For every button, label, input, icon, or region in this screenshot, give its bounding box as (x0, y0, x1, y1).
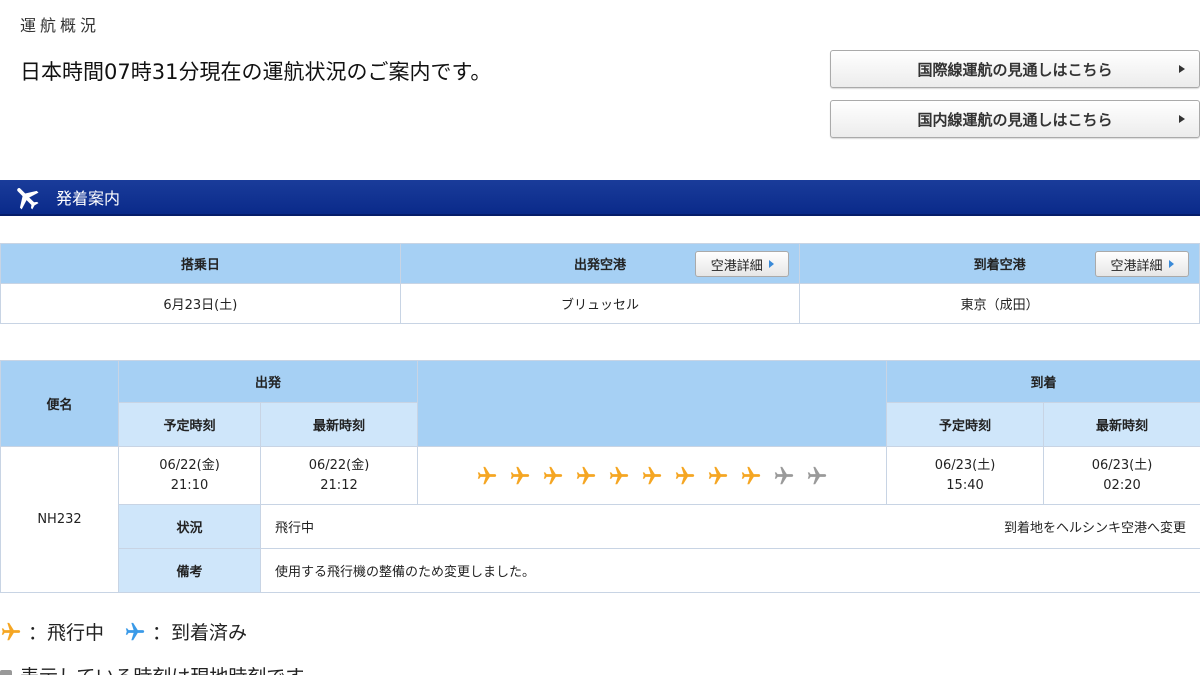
airplane-icon (17, 188, 39, 210)
airplane-pending-icon (807, 466, 827, 484)
remarks-header: 備考 (118, 548, 261, 593)
arrival-airport-header: 到着空港 空港詳細 (799, 243, 1200, 284)
section-title: 運航概況 (20, 16, 101, 35)
departure-scheduled-time-text: 21:10 (170, 477, 209, 493)
flight-table: 便名 出発 到着 予定時刻 最新時刻 予定時刻 最新時刻 NH232 06/22… (0, 360, 1200, 593)
status-header: 状況 (118, 504, 261, 549)
arrival-airport-value: 東京（成田） (799, 283, 1200, 324)
chevron-right-icon (768, 260, 774, 268)
airplane-in-flight-icon (477, 466, 497, 484)
flight-number-value: NH232 (0, 446, 119, 593)
flight-progress-cell (417, 446, 888, 505)
bullet-icon (0, 669, 12, 675)
airplane-in-flight-icon (510, 466, 530, 484)
status-note: 到着地をヘルシンキ空港へ変更 (1004, 521, 1187, 536)
status-value: 飛行中 (275, 521, 315, 536)
local-time-note: 表示している時刻は現地時刻です。 (0, 662, 322, 675)
legend-arrived-label: ：到着済み (152, 622, 248, 644)
arrival-scheduled-date-text: 06/23(土) (934, 457, 996, 473)
airplane-pending-icon (774, 466, 794, 484)
banner-label: 発着案内 (56, 189, 121, 208)
legend-in-flight-label: ：飛行中 (28, 622, 105, 644)
status-cell: 飛行中 到着地をヘルシンキ空港へ変更 (259, 504, 1200, 549)
arrival-scheduled-time-text: 15:40 (946, 477, 984, 493)
airplane-in-flight-icon (1, 622, 21, 640)
chevron-right-icon (1168, 260, 1174, 268)
airplane-in-flight-icon (576, 466, 596, 484)
departure-arrival-banner: 発着案内 (0, 180, 1200, 216)
airplane-in-flight-icon (543, 466, 563, 484)
arrival-airport-header-label: 到着空港 (973, 258, 1026, 273)
airplane-in-flight-icon (642, 466, 662, 484)
boarding-date-value: 6月23日(土) (0, 283, 401, 324)
departure-header: 出発 (117, 360, 419, 403)
departure-airport-detail-button[interactable]: 空港詳細 (695, 251, 790, 277)
airplane-arrived-icon (125, 622, 145, 640)
detail-button-label: 空港詳細 (1110, 258, 1163, 274)
departure-scheduled-date-text: 06/22(金) (159, 457, 220, 473)
local-time-note-text: 表示している時刻は現地時刻です。 (20, 662, 322, 675)
departure-latest-header: 最新時刻 (259, 402, 419, 447)
progress-header (417, 360, 888, 447)
boarding-date-header-label: 搭乗日 (180, 258, 220, 273)
departure-latest-time: 06/22(金) 21:12 (259, 446, 419, 505)
domestic-outlook-button[interactable]: 国内線運航の見通しはこちら (830, 100, 1200, 138)
detail-button-label: 空港詳細 (710, 258, 763, 274)
departure-airport-header: 出発空港 空港詳細 (399, 243, 801, 284)
flight-progress-indicator (418, 465, 886, 487)
legend-arrived: ：到着済み (124, 618, 247, 645)
legend: ：飛行中 ：到着済み (0, 618, 267, 645)
airplane-in-flight-icon (609, 466, 629, 484)
arrival-latest-date-text: 06/23(土) (1091, 457, 1153, 473)
arrival-scheduled-time: 06/23(土) 15:40 (886, 446, 1045, 505)
remarks-value: 使用する飛行機の整備のため変更しました。 (259, 548, 1200, 593)
arrival-latest-header: 最新時刻 (1043, 402, 1200, 447)
departure-airport-header-label: 出発空港 (573, 258, 626, 273)
arrival-airport-detail-button[interactable]: 空港詳細 (1095, 251, 1189, 277)
arrival-scheduled-header: 予定時刻 (886, 402, 1045, 447)
airplane-in-flight-icon (708, 466, 728, 484)
arrival-latest-time-text: 02:20 (1103, 477, 1141, 493)
airplane-in-flight-icon (741, 466, 761, 484)
departure-scheduled-time: 06/22(金) 21:10 (118, 446, 261, 505)
airport-table: 搭乗日 出発空港 空港詳細 到着空港 空港詳細 6月23日(土) ブリュッセル … (0, 243, 1200, 324)
legend-in-flight: ：飛行中 (0, 618, 104, 645)
departure-scheduled-header: 予定時刻 (118, 402, 261, 447)
airplane-in-flight-icon (675, 466, 695, 484)
flight-number-header: 便名 (0, 360, 119, 447)
international-outlook-button[interactable]: 国際線運航の見通しはこちら (830, 50, 1200, 88)
departure-latest-date-text: 06/22(金) (308, 457, 370, 473)
international-outlook-label: 国際線運航の見通しはこちら (917, 60, 1113, 79)
status-time-text: 日本時間07時31分現在の運航状況のご案内です。 (20, 60, 492, 84)
chevron-right-icon (1179, 65, 1185, 73)
departure-airport-value: ブリュッセル (399, 283, 801, 324)
departure-latest-time-text: 21:12 (320, 477, 358, 493)
arrival-header: 到着 (886, 360, 1200, 403)
chevron-right-icon (1179, 115, 1185, 123)
arrival-latest-time: 06/23(土) 02:20 (1043, 446, 1200, 505)
boarding-date-header: 搭乗日 (0, 243, 401, 284)
domestic-outlook-label: 国内線運航の見通しはこちら (917, 110, 1113, 129)
